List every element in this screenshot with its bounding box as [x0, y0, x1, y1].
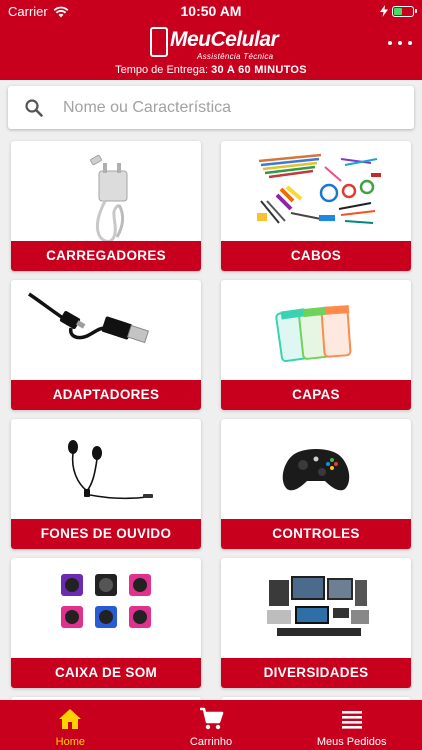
- category-card-cabos[interactable]: CABOS: [221, 141, 411, 271]
- delivery-value: 30 A 60 MINUTOS: [211, 64, 307, 76]
- status-bar: Carrier 10:50 AM: [0, 0, 422, 22]
- tab-label: Meus Pedidos: [316, 736, 387, 748]
- category-label: DIVERSIDADES: [221, 658, 411, 688]
- category-label: CAIXA DE SOM: [11, 658, 201, 688]
- bottom-tab-bar: Home Carrinho Meus Pedidos: [0, 700, 422, 750]
- usb-adapter-image: [11, 280, 201, 380]
- phone-cases-image: [221, 280, 411, 380]
- category-card-adaptadores[interactable]: ADAPTADORES: [11, 280, 201, 410]
- battery-icon: [392, 5, 417, 17]
- search-input[interactable]: [63, 86, 403, 129]
- category-label: CARREGADORES: [11, 241, 201, 271]
- category-card-carregadores[interactable]: CARREGADORES: [11, 141, 201, 271]
- category-card-fones[interactable]: FONES DE OUVIDO: [11, 419, 201, 549]
- tab-orders[interactable]: Meus Pedidos: [281, 700, 422, 750]
- category-label: CAPAS: [221, 380, 411, 410]
- list-icon: [341, 711, 362, 729]
- phone-logo-icon: [150, 27, 168, 57]
- category-label: FONES DE OUVIDO: [11, 519, 201, 549]
- category-card-capas[interactable]: CAPAS: [221, 280, 411, 410]
- tab-cart[interactable]: Carrinho: [141, 700, 282, 750]
- logo-subtitle: Assistência Técnica: [197, 52, 274, 61]
- delivery-time: Tempo de Entrega: 30 A 60 MINUTOS: [0, 64, 422, 76]
- search-bar[interactable]: [8, 86, 414, 129]
- cart-icon: [200, 707, 224, 730]
- speakers-image: [11, 558, 201, 658]
- category-label: CABOS: [221, 241, 411, 271]
- delivery-prefix: Tempo de Entrega:: [115, 64, 209, 76]
- app-logo: MeuCelular Assistência Técnica: [150, 26, 279, 62]
- tab-label: Carrinho: [189, 736, 233, 748]
- cables-image: [221, 141, 411, 241]
- charging-icon: [380, 5, 388, 17]
- main-content[interactable]: CARREGADORES: [0, 80, 422, 700]
- more-options-icon[interactable]: [388, 38, 412, 48]
- search-icon: [25, 99, 43, 117]
- electronics-image: [221, 558, 411, 658]
- charger-image: [11, 141, 201, 243]
- home-icon: [59, 709, 82, 729]
- category-label: ADAPTADORES: [11, 380, 201, 410]
- status-time: 10:50 AM: [180, 3, 242, 19]
- tab-home[interactable]: Home: [0, 700, 141, 750]
- status-right: [380, 5, 417, 17]
- earphones-image: [11, 419, 201, 519]
- category-label: CONTROLES: [221, 519, 411, 549]
- app-header: Carrier 10:50 AM MeuCelular Assistência …: [0, 0, 422, 80]
- game-controller-image: [221, 419, 411, 519]
- logo-text: MeuCelular: [170, 28, 279, 51]
- category-card-caixa-de-som[interactable]: CAIXA DE SOM: [11, 558, 201, 688]
- category-card-diversidades[interactable]: DIVERSIDADES: [221, 558, 411, 688]
- tab-label: Home: [55, 736, 85, 748]
- category-card-controles[interactable]: CONTROLES: [221, 419, 411, 549]
